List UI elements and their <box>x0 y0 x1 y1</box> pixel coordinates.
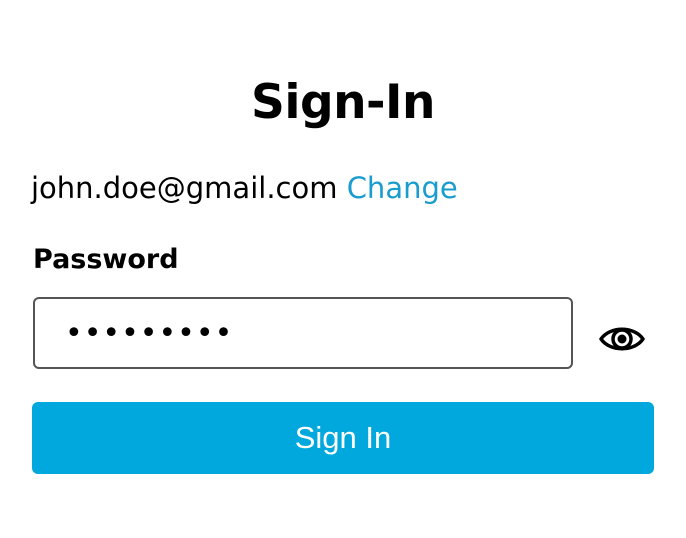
change-account-link[interactable]: Change <box>347 171 458 205</box>
sign-in-button[interactable]: Sign In <box>32 402 654 474</box>
password-label: Password <box>33 244 179 275</box>
password-field[interactable] <box>33 297 573 369</box>
eye-icon <box>599 327 645 351</box>
page-title: Sign-In <box>250 75 436 130</box>
account-row: john.doe@gmail.com Change <box>31 168 458 208</box>
account-email: john.doe@gmail.com <box>31 171 338 205</box>
show-password-toggle[interactable] <box>597 318 647 360</box>
